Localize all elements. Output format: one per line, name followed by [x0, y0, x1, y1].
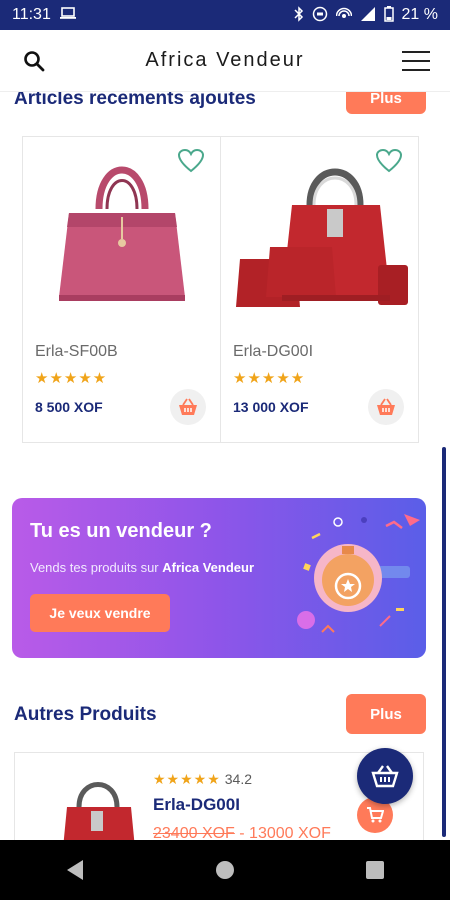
- product-name: Erla-DG00I: [153, 795, 240, 814]
- recent-section-header: Articles recements ajoutes Plus: [0, 92, 450, 116]
- search-icon: [24, 50, 45, 71]
- back-icon[interactable]: [65, 859, 85, 881]
- product-name: Erla-SF00B: [35, 343, 118, 360]
- favorite-heart-icon[interactable]: [375, 148, 403, 178]
- menu-button[interactable]: [400, 45, 432, 77]
- product-card[interactable]: Erla-SF00B ★★★★★ 8 500 XOF: [23, 137, 221, 442]
- add-to-cart-button[interactable]: [368, 389, 404, 425]
- basket-icon: [371, 765, 399, 788]
- basket-icon: [377, 398, 395, 415]
- recents-icon[interactable]: [365, 860, 385, 880]
- cart-icon: [367, 807, 384, 823]
- search-button[interactable]: [18, 45, 50, 77]
- floating-cart-button[interactable]: [357, 748, 413, 804]
- home-icon[interactable]: [214, 859, 236, 881]
- product-card[interactable]: Erla-DG00I ★★★★★ 13 000 XOF: [221, 137, 418, 442]
- product-name: Erla-DG00I: [233, 343, 314, 360]
- app-header: Africa Vendeur: [0, 30, 450, 92]
- money-bag-illustration: [297, 514, 420, 633]
- become-seller-button[interactable]: Je veux vendre: [30, 594, 170, 632]
- battery-icon: [383, 6, 394, 24]
- status-time: 11:31: [12, 6, 51, 23]
- battery-percentage: 21 %: [401, 6, 438, 23]
- favorite-heart-icon[interactable]: [177, 148, 205, 178]
- dnd-icon: [312, 6, 328, 24]
- hamburger-icon: [401, 50, 430, 71]
- other-section-header: Autres Produits Plus: [0, 692, 450, 736]
- star-rating: ★★★★★ 34.2: [153, 771, 253, 787]
- bluetooth-icon: [294, 6, 304, 24]
- product-image-red-handbag-set[interactable]: [29, 769, 139, 840]
- status-bar: 11:31 21 %: [0, 0, 450, 30]
- product-price: 23400 XOF - 13000 XOF: [153, 825, 331, 840]
- other-section-title: Autres Produits: [14, 704, 157, 725]
- basket-icon: [179, 398, 197, 415]
- star-rating: ★★★★★: [233, 370, 306, 387]
- system-nav-bar: [0, 840, 450, 900]
- current-price: 13000 XOF: [249, 825, 331, 840]
- laptop-icon: [59, 6, 77, 25]
- promo-title: Tu es un vendeur ?: [30, 520, 212, 542]
- main-content[interactable]: Articles recements ajoutes Plus Erla-SF0…: [0, 92, 450, 840]
- hotspot-icon: [335, 6, 352, 24]
- star-rating: ★★★★★: [35, 370, 108, 387]
- seller-promo-banner: Tu es un vendeur ? Vends tes produits su…: [12, 498, 426, 658]
- product-price: 8 500 XOF: [35, 399, 103, 415]
- product-price: 13 000 XOF: [233, 399, 309, 415]
- recent-more-button[interactable]: Plus: [346, 92, 426, 114]
- scrollbar[interactable]: [442, 447, 446, 837]
- old-price: 23400 XOF: [153, 825, 235, 840]
- rating-value: 34.2: [224, 771, 253, 787]
- recent-products-grid: Erla-SF00B ★★★★★ 8 500 XOF Erla-DG00I ★★…: [22, 136, 419, 443]
- other-more-button[interactable]: Plus: [346, 694, 426, 734]
- recent-section-title: Articles recements ajoutes: [14, 92, 256, 109]
- promo-subtitle: Vends tes produits sur Africa Vendeur: [30, 560, 255, 575]
- app-title: Africa Vendeur: [145, 49, 305, 71]
- add-to-cart-button[interactable]: [170, 389, 206, 425]
- signal-icon: [360, 6, 376, 24]
